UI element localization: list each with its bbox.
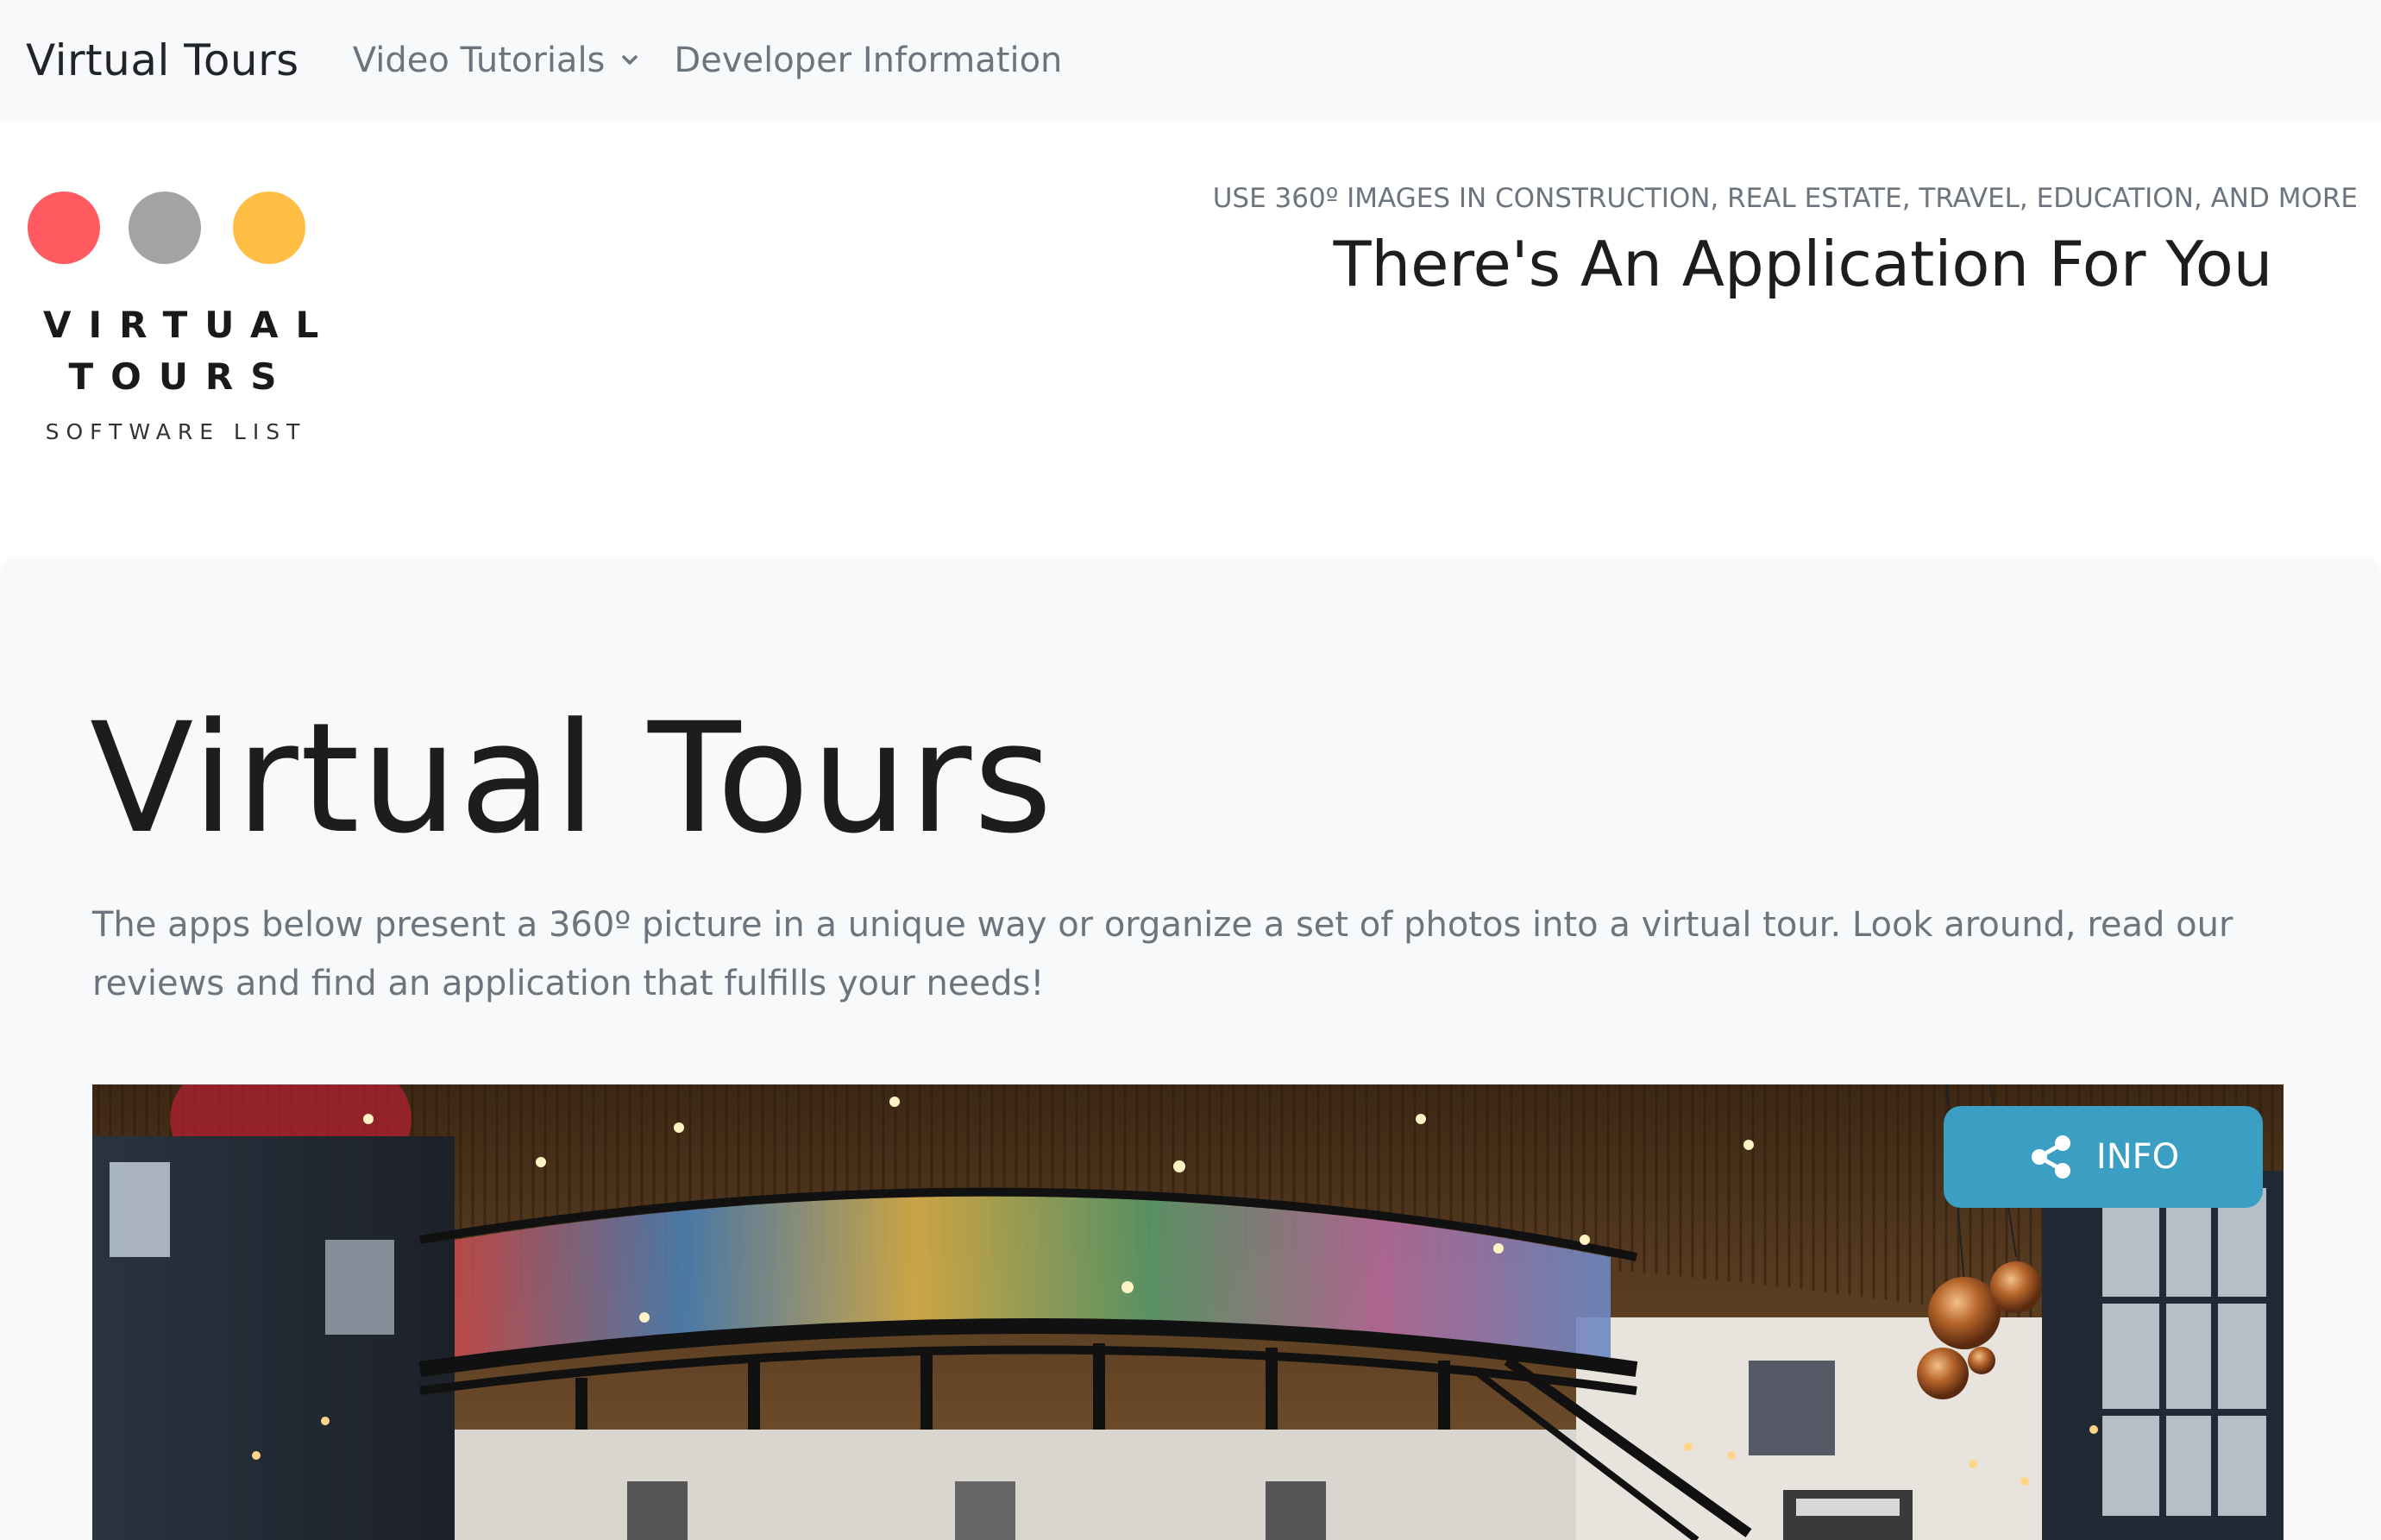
logo-subtitle: SOFTWARE LIST	[45, 419, 307, 444]
info-button[interactable]: INFO	[1944, 1106, 2263, 1208]
page-description: The apps below present a 360º picture in…	[92, 905, 2233, 1003]
page-title: Virtual Tours	[90, 690, 1054, 867]
panorama-viewer[interactable]: INFO	[92, 1084, 2284, 1540]
chevron-down-icon	[622, 55, 638, 65]
top-navbar: Virtual Tours Video Tutorials Developer …	[0, 0, 2381, 121]
site-header: VIRTUAL TOURS SOFTWARE LIST USE 360º IMA…	[0, 121, 2381, 556]
nav-item-developer-information[interactable]: Developer Information	[674, 41, 1062, 80]
header-headline: There's An Application For You	[1333, 228, 2273, 300]
logo-dot-red	[28, 192, 100, 264]
site-logo[interactable]: VIRTUAL TOURS SOFTWARE LIST	[26, 192, 319, 450]
main-jumbotron: Virtual Tours The apps below present a 3…	[0, 556, 2381, 1540]
header-tagline: USE 360º IMAGES IN CONSTRUCTION, REAL ES…	[1212, 183, 2358, 214]
logo-dot-gray	[129, 192, 201, 264]
nav-item-video-tutorials[interactable]: Video Tutorials	[353, 41, 640, 80]
logo-text-line2: TOURS	[68, 355, 294, 398]
navbar-brand[interactable]: Virtual Tours	[26, 35, 299, 85]
logo-dot-yellow	[233, 192, 305, 264]
logo-text-line1: VIRTUAL	[43, 304, 336, 346]
info-button-label: INFO	[2095, 1137, 2180, 1177]
share-icon	[2031, 1135, 2070, 1179]
nav-item-label: Video Tutorials	[352, 41, 606, 80]
